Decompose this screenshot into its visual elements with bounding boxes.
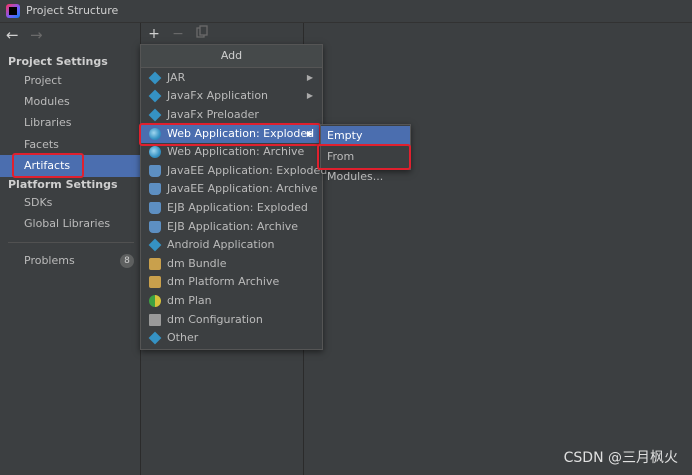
submenu-item-empty[interactable]: Empty [321, 126, 410, 146]
menu-item-label: Other [167, 331, 199, 344]
menu-item-label: dm Platform Archive [167, 275, 280, 288]
nav-row: ← → [0, 23, 140, 49]
menu-item-javaee-application-exploded[interactable]: JavaEE Application: Exploded [141, 162, 327, 180]
menu-item-ejb-application-exploded[interactable]: EJB Application: Exploded [141, 199, 322, 217]
submenu-arrow-icon: ▶ [306, 73, 313, 82]
dm-plan-icon [149, 295, 161, 307]
menu-item-jar[interactable]: JAR ▶ [141, 69, 322, 87]
intellij-idea-icon [6, 4, 20, 18]
other-diamond-icon [148, 331, 162, 345]
dm-configuration-icon [149, 314, 161, 326]
menu-item-dm-configuration[interactable]: dm Configuration [141, 311, 322, 329]
dm-platform-icon [149, 276, 161, 288]
menu-item-javaee-application-archive[interactable]: JavaEE Application: Archive [141, 180, 322, 198]
javaee-icon [149, 183, 161, 195]
title-bar: Project Structure [0, 0, 692, 23]
menu-item-label: EJB Application: Exploded [167, 201, 308, 214]
sidebar-item-modules[interactable]: Modules [0, 92, 140, 112]
dm-bundle-icon [149, 258, 161, 270]
menu-item-label: JavaEE Application: Archive [167, 182, 318, 195]
menu-item-javafx-application[interactable]: JavaFx Application ▶ [141, 87, 322, 105]
menu-item-dm-plan[interactable]: dm Plan [141, 292, 322, 310]
menu-item-label: EJB Application: Archive [167, 220, 299, 233]
problems-label: Problems [24, 254, 75, 267]
menu-item-label: dm Plan [167, 294, 212, 307]
web-globe-icon [149, 146, 161, 158]
menu-item-label: JavaFx Application [167, 89, 269, 102]
submenu-arrow-icon: ▶ [306, 91, 313, 100]
arrow-right-icon[interactable]: → [30, 27, 43, 43]
web-exploded-submenu: Empty From Modules... [320, 124, 411, 183]
menu-item-dm-bundle[interactable]: dm Bundle [141, 255, 322, 273]
sidebar-item-project[interactable]: Project [0, 71, 140, 91]
menu-item-label: JAR [167, 71, 186, 84]
sidebar-item-sdks[interactable]: SDKs [0, 193, 140, 213]
copy-icon[interactable] [193, 25, 211, 43]
javafx-diamond-icon [148, 108, 162, 122]
add-menu-title: Add [141, 45, 322, 68]
menu-item-javafx-preloader[interactable]: JavaFx Preloader [141, 106, 322, 124]
jar-diamond-icon [148, 71, 162, 85]
remove-button[interactable]: − [169, 25, 187, 43]
menu-item-web-application-exploded[interactable]: Web Application: Exploded ▶ [141, 125, 322, 143]
submenu-arrow-icon: ▶ [306, 129, 313, 138]
sidebar-divider [8, 242, 134, 243]
arrow-left-icon[interactable]: ← [6, 27, 19, 43]
menu-item-label: Web Application: Archive [167, 145, 305, 158]
javafx-diamond-icon [148, 89, 162, 103]
add-artifact-menu: Add JAR ▶ JavaFx Application ▶ JavaFx Preloa… [140, 44, 327, 350]
sidebar-item-facets[interactable]: Facets [0, 135, 140, 155]
web-globe-icon [149, 128, 161, 140]
menu-item-web-application-archive[interactable]: Web Application: Archive [141, 143, 322, 161]
artifact-details-panel [304, 23, 692, 475]
menu-item-label: dm Bundle [167, 257, 227, 270]
sidebar-item-artifacts[interactable]: Artifacts [0, 155, 140, 177]
menu-item-ejb-application-archive[interactable]: EJB Application: Archive [141, 218, 322, 236]
ejb-icon [149, 221, 161, 233]
menu-item-label: Web Application: Exploded [167, 127, 315, 140]
menu-item-label: dm Configuration [167, 313, 263, 326]
android-diamond-icon [148, 238, 162, 252]
ejb-icon [149, 202, 161, 214]
problems-count-badge: 8 [120, 254, 134, 268]
submenu-item-from-modules[interactable]: From Modules... [321, 147, 410, 183]
project-settings-header: Project Settings [8, 55, 108, 68]
menu-item-label: Android Application [167, 238, 275, 251]
platform-settings-header: Platform Settings [8, 178, 118, 191]
javaee-icon [149, 165, 161, 177]
menu-item-label: JavaFx Preloader [167, 108, 259, 121]
add-button[interactable]: + [145, 25, 163, 43]
window-title: Project Structure [26, 4, 119, 17]
menu-item-label: JavaEE Application: Exploded [167, 164, 328, 177]
watermark: CSDN @三月枫火 [563, 450, 678, 466]
menu-item-dm-platform-archive[interactable]: dm Platform Archive [141, 273, 322, 291]
sidebar: ← → Project Settings Project Modules Lib… [0, 23, 141, 475]
sidebar-item-libraries[interactable]: Libraries [0, 113, 140, 133]
menu-item-android-application[interactable]: Android Application [141, 236, 322, 254]
menu-item-other[interactable]: Other [141, 329, 322, 347]
sidebar-item-global-libraries[interactable]: Global Libraries [0, 214, 140, 234]
sidebar-item-problems[interactable]: Problems 8 [0, 251, 140, 271]
